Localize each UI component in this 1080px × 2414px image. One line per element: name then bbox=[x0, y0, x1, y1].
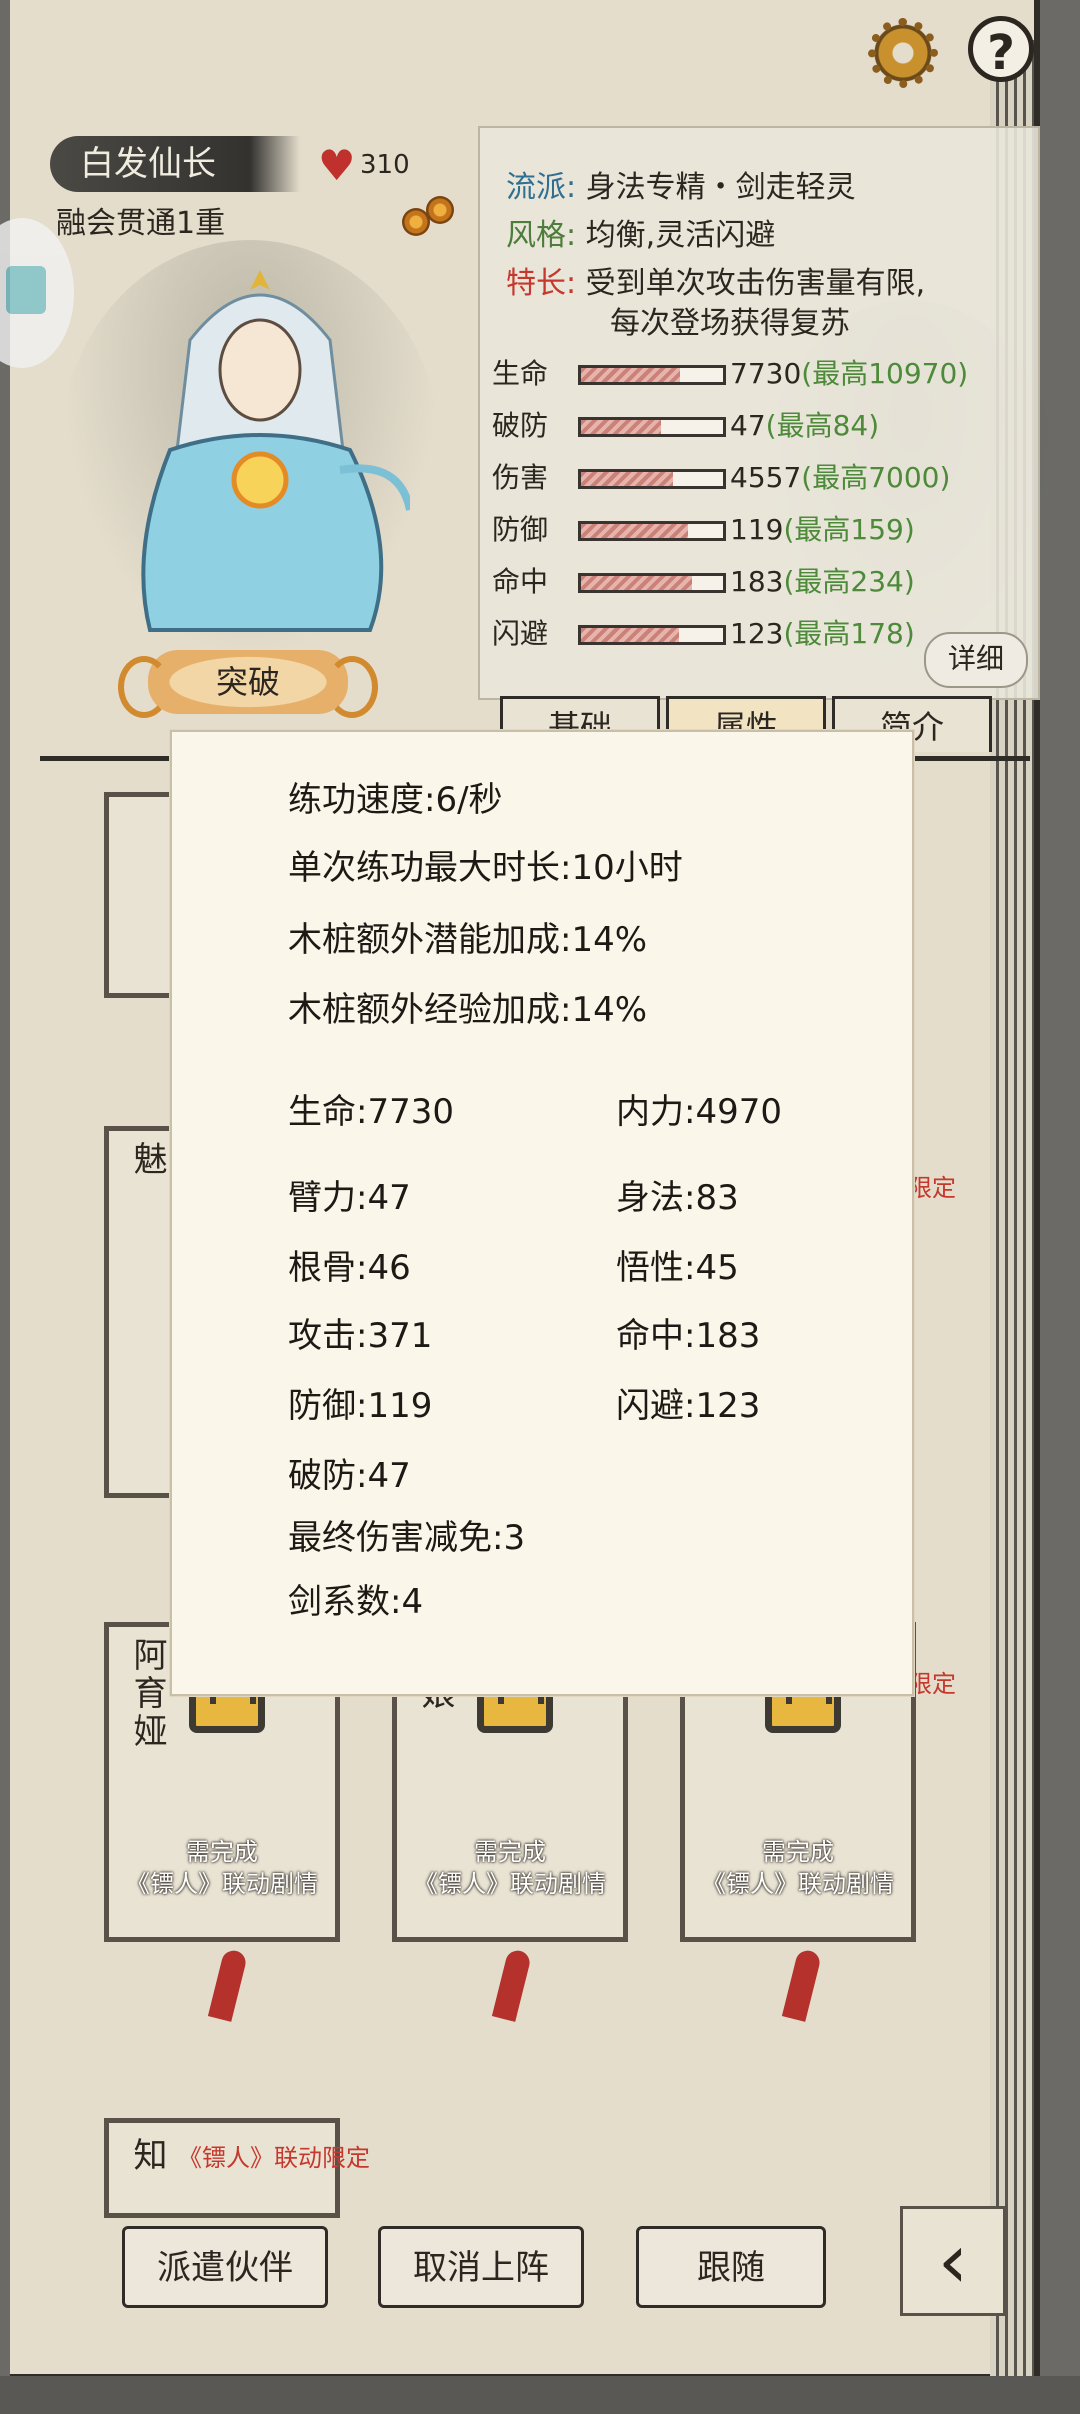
attr-sword-factor: 剑系数:4 bbox=[288, 1582, 424, 1622]
chevron-left-icon[interactable]: ‹ bbox=[900, 2206, 1006, 2316]
heart-icon: ♥ bbox=[318, 141, 356, 190]
help-button[interactable]: ? bbox=[968, 16, 1034, 82]
stat-bar bbox=[578, 625, 726, 645]
stat-max: (最高7000) bbox=[801, 461, 951, 494]
hero-portrait bbox=[141, 270, 410, 632]
stat-value: 119(最高159) bbox=[730, 513, 915, 546]
stat-max: (最高10970) bbox=[801, 357, 969, 390]
follow-button[interactable]: 跟随 bbox=[636, 2226, 826, 2308]
stat-value: 7730(最高10970) bbox=[730, 357, 969, 390]
stat-bar bbox=[578, 573, 726, 593]
chat-icon bbox=[6, 266, 46, 314]
stat-label: 伤害 bbox=[492, 461, 549, 494]
attr-hit: 命中:183 bbox=[616, 1316, 761, 1356]
traits-panel: 流派: 身法专精・剑走轻灵 风格: 均衡,灵活闪避 特长: 受到单次攻击伤害量有… bbox=[478, 126, 1040, 700]
trait-special-value-1: 受到单次攻击伤害量有限, bbox=[585, 266, 926, 301]
attr-insight: 悟性:45 bbox=[616, 1248, 739, 1288]
stat-label: 防御 bbox=[492, 513, 549, 546]
attr-agility: 身法:83 bbox=[616, 1178, 739, 1218]
stat-bar bbox=[578, 417, 726, 437]
unlock-requirement-detail: 《镖人》联动剧情 bbox=[414, 1870, 606, 1898]
stat-bar-fill bbox=[581, 472, 674, 486]
stat-value: 4557(最高7000) bbox=[730, 461, 951, 494]
attr-bone: 根骨:46 bbox=[288, 1248, 411, 1288]
stat-bar bbox=[578, 365, 726, 385]
stat-row: 生命 7730(最高10970) bbox=[492, 354, 1032, 394]
stat-max: (最高178) bbox=[783, 617, 915, 650]
limited-tag: 《镖人》联动限定 bbox=[178, 2144, 370, 2172]
trait-style-value: 均衡,灵活闪避 bbox=[585, 218, 776, 253]
practice-speed: 练功速度:6/秒 bbox=[288, 780, 503, 820]
card-name: 魅 bbox=[127, 1141, 167, 1179]
stat-label: 闪避 bbox=[492, 617, 549, 650]
unlock-requirement-detail: 《镖人》联动剧情 bbox=[702, 1870, 894, 1898]
attr-attack: 攻击:371 bbox=[288, 1316, 433, 1356]
attr-arm: 臂力:47 bbox=[288, 1178, 411, 1218]
max-practice-duration: 单次练功最大时长:10小时 bbox=[288, 848, 683, 888]
stat-bar-fill bbox=[581, 420, 661, 434]
card-name: 知 bbox=[127, 2137, 167, 2175]
limited-tag: 限定 bbox=[908, 1174, 956, 1202]
heart-count: 310 bbox=[360, 150, 410, 180]
stat-max: (最高159) bbox=[783, 513, 915, 546]
stat-bar bbox=[578, 521, 726, 541]
stat-max: (最高84) bbox=[765, 409, 880, 442]
unlock-requirement: 需完成 bbox=[474, 1838, 546, 1866]
potential-bonus: 木桩额外潜能加成:14% bbox=[288, 920, 648, 960]
unlock-requirement-detail: 《镖人》联动剧情 bbox=[126, 1870, 318, 1898]
stat-label: 破防 bbox=[492, 409, 549, 442]
stat-row: 伤害 4557(最高7000) bbox=[492, 458, 1032, 498]
stat-row: 防御 119(最高159) bbox=[492, 510, 1032, 550]
stat-bar bbox=[578, 469, 726, 489]
trait-special: 特长: 受到单次攻击伤害量有限, bbox=[506, 264, 925, 304]
unlock-requirement: 需完成 bbox=[186, 1838, 258, 1866]
stat-max: (最高234) bbox=[783, 565, 915, 598]
stat-bar-fill bbox=[581, 368, 681, 382]
attr-defense: 防御:119 bbox=[288, 1386, 433, 1426]
stat-label: 命中 bbox=[492, 565, 549, 598]
trait-style-key: 风格: bbox=[506, 218, 577, 253]
dispatch-partner-button[interactable]: 派遣伙伴 bbox=[122, 2226, 328, 2308]
card-name: 阿育娅 bbox=[127, 1637, 167, 1751]
detail-button[interactable]: 详细 bbox=[924, 632, 1028, 688]
breakthrough-button[interactable]: 突破 bbox=[118, 650, 348, 718]
gear-icon[interactable] bbox=[868, 18, 938, 88]
trait-special-value-2: 每次登场获得复苏 bbox=[610, 306, 850, 341]
attr-final-reduction: 最终伤害减免:3 bbox=[288, 1518, 526, 1558]
coins-icon bbox=[402, 196, 462, 240]
attr-internal: 内力:4970 bbox=[616, 1092, 782, 1132]
attr-pierce: 破防:47 bbox=[288, 1456, 411, 1496]
trait-special-key: 特长: bbox=[506, 266, 577, 301]
cancel-deploy-button[interactable]: 取消上阵 bbox=[378, 2226, 584, 2308]
stat-value: 47(最高84) bbox=[730, 409, 880, 442]
attr-hp: 生命:7730 bbox=[288, 1092, 454, 1132]
trait-style: 风格: 均衡,灵活闪避 bbox=[506, 216, 775, 256]
stat-value: 123(最高178) bbox=[730, 617, 915, 650]
stat-label: 生命 bbox=[492, 357, 549, 390]
stat-row: 命中 183(最高234) bbox=[492, 562, 1032, 602]
stat-row: 破防 47(最高84) bbox=[492, 406, 1032, 446]
unlock-requirement: 需完成 bbox=[762, 1838, 834, 1866]
trait-school: 流派: 身法专精・剑走轻灵 bbox=[506, 168, 856, 208]
stat-bar-fill bbox=[581, 628, 679, 642]
stat-value: 183(最高234) bbox=[730, 565, 915, 598]
hero-name: 白发仙长 bbox=[50, 136, 300, 192]
stat-bar-fill bbox=[581, 576, 692, 590]
exp-bonus: 木桩额外经验加成:14% bbox=[288, 990, 648, 1030]
trait-school-key: 流派: bbox=[506, 170, 577, 205]
attr-dodge: 闪避:123 bbox=[616, 1386, 761, 1426]
trait-school-value: 身法专精・剑走轻灵 bbox=[585, 170, 856, 205]
book-bottom-edge bbox=[0, 2376, 1080, 2414]
stat-bar-fill bbox=[581, 524, 688, 538]
hero-realm: 融会贯通1重 bbox=[56, 206, 226, 241]
attribute-detail-modal[interactable]: 练功速度:6/秒 单次练功最大时长:10小时 木桩额外潜能加成:14% 木桩额外… bbox=[170, 730, 914, 1696]
